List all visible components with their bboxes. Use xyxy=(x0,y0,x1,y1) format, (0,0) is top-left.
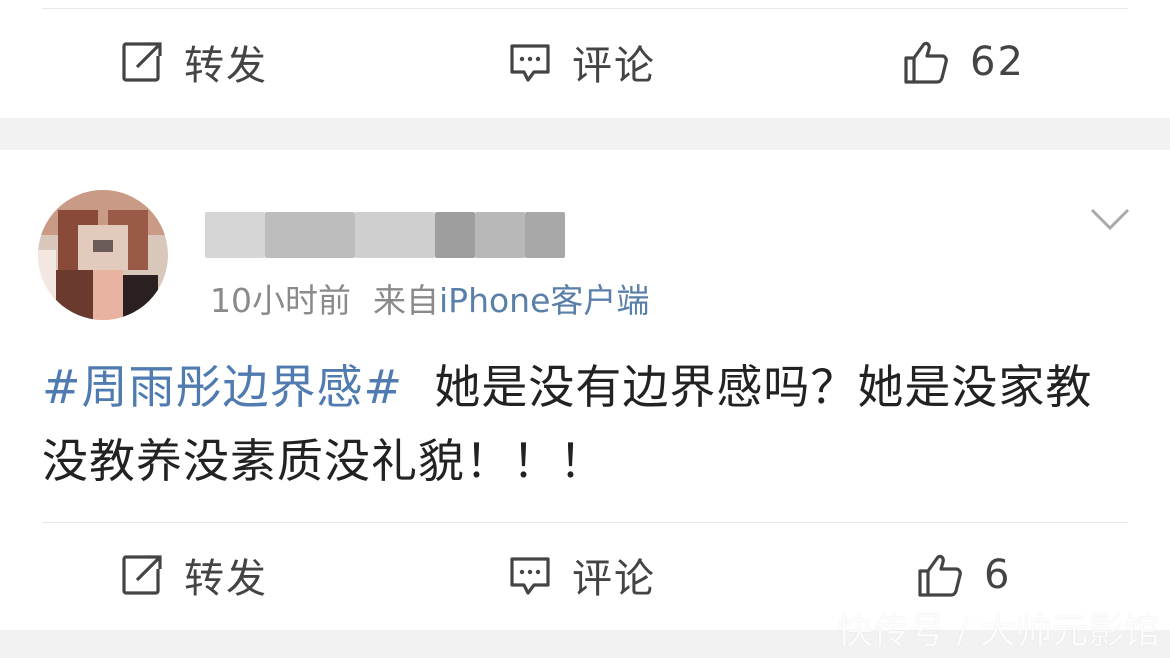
like-button[interactable]: 62 xyxy=(902,12,1025,112)
repost-icon xyxy=(122,555,162,595)
watermark: 快传号 / 大帅元影馆 xyxy=(836,611,1160,652)
post-card: 10小时前 来自iPhone客户端 #周雨彤边界感# 她是没有边界感吗？她是没家教… xyxy=(0,150,1170,630)
repost-label: 转发 xyxy=(184,43,268,89)
comment-button[interactable]: 评论 xyxy=(508,12,656,112)
avatar[interactable] xyxy=(38,190,168,320)
post-source[interactable]: iPhone客户端 xyxy=(439,281,649,320)
thumbs-up-icon xyxy=(918,554,962,597)
repost-button[interactable]: 转发 xyxy=(120,12,268,112)
comment-button[interactable]: 评论 xyxy=(508,525,656,625)
chevron-down-icon[interactable] xyxy=(1090,206,1130,234)
post-meta: 10小时前 来自iPhone客户端 xyxy=(210,274,649,322)
repost-label: 转发 xyxy=(184,556,268,602)
comment-icon xyxy=(510,557,550,595)
like-count: 62 xyxy=(970,39,1025,85)
username-blurred[interactable] xyxy=(205,212,565,258)
comment-label: 评论 xyxy=(572,43,656,89)
post-content: #周雨彤边界感# 她是没有边界感吗？她是没家教没教养没素质没礼貌！！！ xyxy=(42,350,1132,498)
source-prefix: 来自 xyxy=(373,281,439,320)
thumbs-up-icon xyxy=(904,41,948,84)
like-count: 6 xyxy=(984,552,1012,598)
hashtag-link[interactable]: #周雨彤边界感# xyxy=(42,360,403,414)
card-separator xyxy=(0,118,1170,150)
divider xyxy=(42,522,1128,523)
divider xyxy=(42,8,1128,9)
comment-icon xyxy=(510,44,550,82)
repost-button[interactable]: 转发 xyxy=(120,525,268,625)
previous-post-card: 转发 评论 62 xyxy=(0,0,1170,118)
repost-icon xyxy=(122,42,162,82)
action-bar-top: 转发 评论 62 xyxy=(0,12,1170,112)
comment-label: 评论 xyxy=(572,556,656,602)
post-time: 10小时前 xyxy=(210,281,351,320)
